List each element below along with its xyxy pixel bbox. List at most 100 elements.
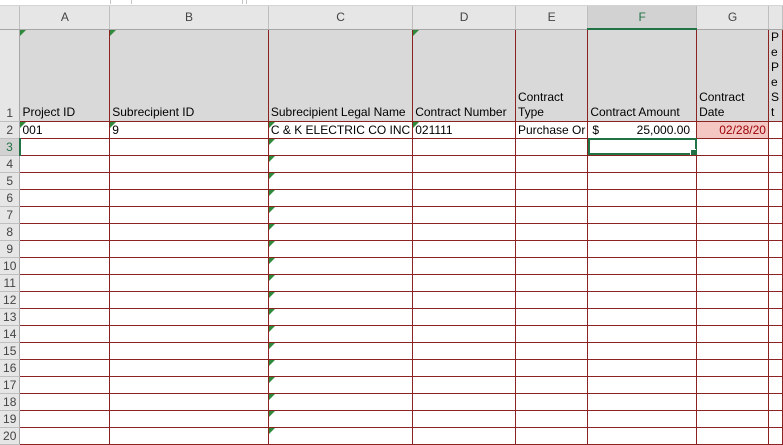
row-header-20[interactable]: 20 <box>0 427 21 445</box>
cell-contract-amount[interactable]: $25,000.00 <box>587 121 698 139</box>
cell-contract-number[interactable] <box>412 138 516 156</box>
column-header-e[interactable]: E <box>515 6 589 30</box>
row-header-19[interactable]: 19 <box>0 410 21 428</box>
cell-period[interactable] <box>768 206 783 224</box>
cell-contract-number[interactable] <box>412 206 516 224</box>
cell-contract-number[interactable] <box>412 308 516 326</box>
cell-legal-name[interactable] <box>268 308 414 326</box>
cell-contract-date[interactable] <box>696 308 769 326</box>
cell-contract-amount[interactable] <box>587 325 698 343</box>
header-cell-period[interactable]: Pe Pe St <box>768 29 783 122</box>
cell-project-id[interactable] <box>19 155 111 173</box>
cell-contract-amount[interactable] <box>587 257 698 275</box>
cell-contract-type[interactable] <box>515 342 589 360</box>
cell-contract-amount[interactable] <box>587 308 698 326</box>
cell-contract-number[interactable] <box>412 257 516 275</box>
cell-legal-name[interactable] <box>268 155 414 173</box>
cell-contract-date[interactable] <box>696 427 769 445</box>
cell-contract-date[interactable] <box>696 206 769 224</box>
cell-period[interactable] <box>768 189 783 207</box>
cell-contract-type[interactable] <box>515 325 589 343</box>
name-box-remnant[interactable] <box>131 0 243 4</box>
cell-subrecipient-id[interactable] <box>109 308 269 326</box>
cell-legal-name[interactable] <box>268 172 414 190</box>
row-header-3[interactable]: 3 <box>0 138 21 156</box>
cell-contract-number[interactable] <box>412 189 516 207</box>
cell-project-id[interactable] <box>19 206 111 224</box>
cell-contract-date[interactable] <box>696 325 769 343</box>
cell-period[interactable] <box>768 121 783 139</box>
cell-contract-type[interactable] <box>515 155 589 173</box>
cell-period[interactable] <box>768 393 783 411</box>
cell-subrecipient-id[interactable] <box>109 376 269 394</box>
cell-contract-amount[interactable] <box>587 410 698 428</box>
cell-contract-number[interactable] <box>412 393 516 411</box>
cell-contract-amount[interactable] <box>587 427 698 445</box>
cell-period[interactable] <box>768 308 783 326</box>
cell-project-id[interactable] <box>19 172 111 190</box>
header-cell-contract-date[interactable]: Contract Date <box>696 29 769 122</box>
cell-legal-name[interactable] <box>268 138 414 156</box>
header-cell-contract-type[interactable]: Contract Type <box>515 29 589 122</box>
cell-legal-name[interactable] <box>268 206 414 224</box>
cell-subrecipient-id[interactable] <box>109 427 269 445</box>
header-cell-legal-name[interactable]: Subrecipient Legal Name <box>268 29 414 122</box>
cell-legal-name[interactable] <box>268 393 414 411</box>
cell-contract-type[interactable] <box>515 291 589 309</box>
cell-legal-name[interactable] <box>268 291 414 309</box>
cell-contract-number[interactable] <box>412 359 516 377</box>
cell-legal-name[interactable] <box>268 223 414 241</box>
cell-contract-date[interactable] <box>696 291 769 309</box>
cell-contract-date[interactable] <box>696 223 769 241</box>
cell-period[interactable] <box>768 342 783 360</box>
cell-legal-name[interactable] <box>268 427 414 445</box>
active-cell[interactable] <box>587 138 698 156</box>
cell-legal-name[interactable] <box>268 359 414 377</box>
cell-contract-date[interactable] <box>696 189 769 207</box>
cell-contract-type[interactable] <box>515 359 589 377</box>
cell-contract-number[interactable]: 021111 <box>412 121 516 139</box>
cell-contract-number[interactable] <box>412 342 516 360</box>
cell-project-id[interactable] <box>19 291 111 309</box>
sheet-tab-remnant[interactable] <box>110 0 132 4</box>
row-header-2[interactable]: 2 <box>0 121 21 139</box>
cell-contract-amount[interactable] <box>587 376 698 394</box>
cell-project-id[interactable] <box>19 393 111 411</box>
cell-project-id[interactable] <box>19 223 111 241</box>
cell-contract-type[interactable]: Purchase Or <box>515 121 589 139</box>
cell-subrecipient-id[interactable] <box>109 240 269 258</box>
cell-contract-amount[interactable] <box>587 172 698 190</box>
cell-contract-type[interactable] <box>515 223 589 241</box>
column-header-f[interactable]: F <box>587 6 698 30</box>
cell-project-id[interactable] <box>19 274 111 292</box>
cell-contract-date[interactable] <box>696 410 769 428</box>
cell-project-id[interactable] <box>19 308 111 326</box>
row-header-18[interactable]: 18 <box>0 393 21 411</box>
cell-legal-name[interactable] <box>268 325 414 343</box>
cell-contract-amount[interactable] <box>587 359 698 377</box>
cell-project-id[interactable] <box>19 138 111 156</box>
header-cell-project-id[interactable]: Project ID <box>19 29 111 122</box>
row-header-12[interactable]: 12 <box>0 291 21 309</box>
cell-legal-name[interactable]: C & K ELECTRIC CO INC <box>268 121 414 139</box>
cell-contract-date[interactable] <box>696 393 769 411</box>
cell-subrecipient-id[interactable]: 9 <box>109 121 269 139</box>
cell-contract-date[interactable] <box>696 342 769 360</box>
column-header-b[interactable]: B <box>109 6 269 30</box>
row-header-7[interactable]: 7 <box>0 206 21 224</box>
cell-project-id[interactable] <box>19 410 111 428</box>
cell-contract-date[interactable] <box>696 359 769 377</box>
cell-contract-amount[interactable] <box>587 155 698 173</box>
cell-subrecipient-id[interactable] <box>109 291 269 309</box>
cell-subrecipient-id[interactable] <box>109 138 269 156</box>
row-header-15[interactable]: 15 <box>0 342 21 360</box>
cell-contract-amount[interactable] <box>587 223 698 241</box>
row-header-9[interactable]: 9 <box>0 240 21 258</box>
cell-contract-number[interactable] <box>412 240 516 258</box>
row-header-16[interactable]: 16 <box>0 359 21 377</box>
cell-project-id[interactable] <box>19 257 111 275</box>
cell-subrecipient-id[interactable] <box>109 274 269 292</box>
row-header-4[interactable]: 4 <box>0 155 21 173</box>
cell-contract-amount[interactable] <box>587 393 698 411</box>
cell-contract-type[interactable] <box>515 257 589 275</box>
